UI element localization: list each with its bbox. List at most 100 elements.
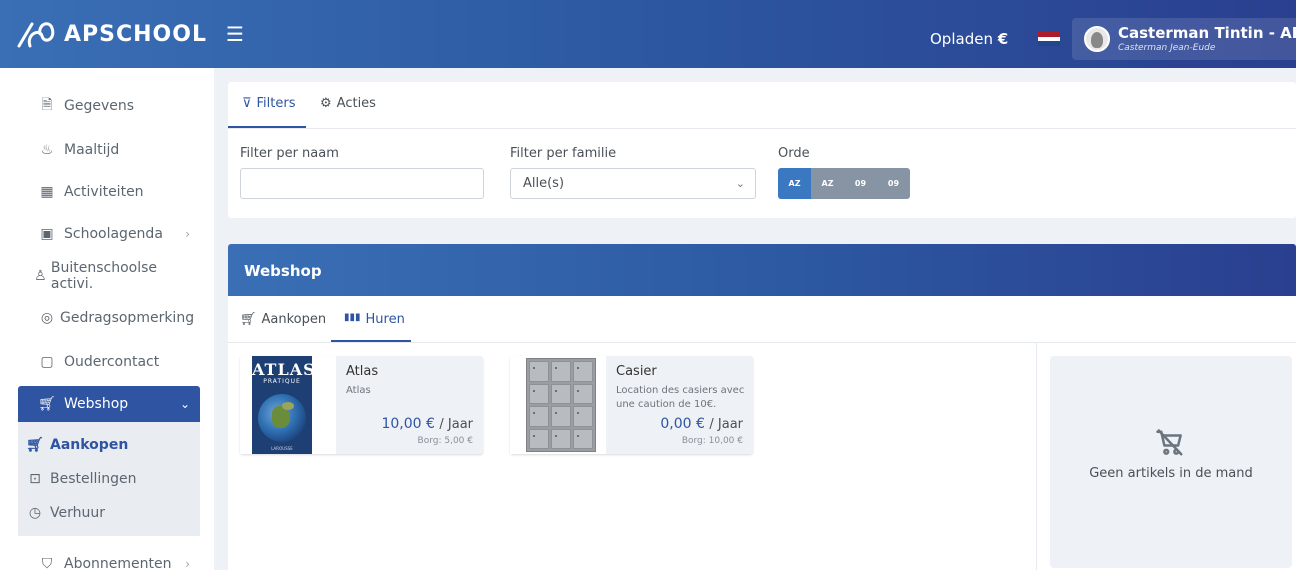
sidebar-item-maaltijd[interactable]: ♨ Maaltijd (18, 130, 200, 170)
sort-az-desc-button[interactable]: AZ (811, 168, 844, 199)
netherlands-flag-icon[interactable] (1038, 32, 1060, 47)
sidebar-item-label: Schoolagenda (64, 226, 163, 242)
fingerprint-icon: ◎ (40, 310, 54, 326)
webshop-title: Webshop (244, 262, 322, 280)
opladen-button[interactable]: Opladen € (930, 30, 1008, 48)
calendar-icon: ▢ (40, 354, 54, 370)
cart-panel: Geen artikels in de mand (1050, 356, 1292, 568)
submenu-item-label: Verhuur (50, 505, 105, 521)
avatar (1084, 26, 1110, 52)
sidebar-item-schoolagenda[interactable]: ▣ Schoolagenda › (18, 214, 200, 254)
product-description: Atlas (346, 385, 371, 396)
atlas-cover-title: ATLAS (252, 360, 312, 379)
locker-image (526, 358, 596, 452)
cart-empty-message: Geen artikels in de mand (1089, 466, 1253, 481)
brand-name: APSCHOOL (64, 21, 207, 47)
filter-icon: ⊽ (242, 96, 252, 111)
sidebar: 🗎 Gegevens ♨ Maaltijd ▦ Activiteiten ▣ S… (0, 68, 214, 570)
filter-name-label: Filter per naam (240, 146, 339, 161)
atlas-cover-subtitle: PRATIQUE (263, 378, 301, 385)
product-price: 10,00 € / Jaar (381, 416, 473, 432)
top-bar: APSCHOOL ☰ Opladen € Casterman Tintin - … (0, 0, 1296, 68)
submenu-item-aankopen[interactable]: 🛒︎ Aankopen (18, 428, 200, 462)
cart-icon: 🛒︎ (240, 312, 257, 327)
price-unit: / Jaar (709, 417, 743, 432)
chevron-down-icon: ⌄ (735, 177, 745, 190)
product-image: ATLAS PRATIQUE LAROUSSE (240, 356, 336, 454)
chevron-down-icon: ⌄ (179, 397, 190, 411)
opladen-label: Opladen (930, 30, 993, 48)
order-button-group: AZ AZ 09 09 (778, 168, 910, 199)
meal-icon: ♨ (40, 142, 54, 158)
currency-symbol: € (997, 30, 1009, 48)
webshop-card: Webshop 🛒︎ Aankopen ▮▮▮ Huren ATLAS PRAT… (228, 244, 1296, 570)
chevron-right-icon: › (185, 557, 190, 570)
price-value: 10,00 € (381, 416, 435, 432)
sidebar-item-label: Buitenschoolse activi. (50, 260, 157, 292)
price-unit: / Jaar (439, 417, 473, 432)
hamburger-icon[interactable]: ☰ (226, 24, 244, 44)
sidebar-item-oudercontact[interactable]: ▢ Oudercontact (18, 342, 200, 382)
sidebar-item-label: Gegevens (64, 98, 135, 114)
sidebar-item-webshop[interactable]: 🛒︎ Webshop ⌄ (18, 386, 200, 422)
webshop-header: Webshop (228, 244, 1296, 296)
sort-09-asc-button[interactable]: 09 (844, 168, 877, 199)
sidebar-item-label: Maaltijd (64, 142, 120, 158)
filter-name-input[interactable] (240, 168, 484, 199)
tab-label: Filters (256, 96, 296, 111)
sidebar-item-activiteiten[interactable]: ▦ Activiteiten (18, 172, 200, 212)
sidebar-item-label: Activiteiten (64, 184, 144, 200)
user-menu[interactable]: Casterman Tintin - AP4B Casterman Jean-E… (1072, 18, 1296, 60)
gear-icon: ⚙ (320, 96, 332, 111)
person-icon: ♙ (34, 268, 47, 284)
tab-acties[interactable]: ⚙ Acties (320, 96, 376, 111)
filter-family-select[interactable]: Alle(s) ⌄ (510, 168, 756, 199)
product-image (510, 356, 606, 454)
divider (228, 342, 1296, 343)
sidebar-item-gedragsopmerking[interactable]: ◎ Gedragsopmerking (18, 298, 200, 338)
sidebar-item-gegevens[interactable]: 🗎 Gegevens (18, 86, 200, 126)
submenu-item-label: Aankopen (50, 437, 129, 453)
product-card-atlas[interactable]: ATLAS PRATIQUE LAROUSSE Atlas Atlas 10,0… (240, 356, 483, 454)
atlas-cover: ATLAS PRATIQUE LAROUSSE (252, 356, 312, 454)
bag-icon: ⊡ (29, 471, 41, 487)
product-name: Casier (616, 364, 657, 379)
order-label: Orde (778, 146, 810, 161)
product-deposit: Borg: 5,00 € (417, 436, 473, 446)
divider (228, 128, 1296, 129)
product-card-casier[interactable]: Casier Location des casiers avec une cau… (510, 356, 753, 454)
product-description: Location des casiers avec une caution de… (616, 385, 745, 410)
barcode-icon: ▮▮▮ (344, 312, 361, 323)
empty-cart-icon (1156, 429, 1183, 456)
sidebar-item-abonnementen[interactable]: ⛉ Abonnementen › (18, 544, 200, 570)
sidebar-item-label: Oudercontact (64, 354, 160, 370)
tab-label: Aankopen (261, 312, 327, 327)
ticket-icon: ⛉ (41, 556, 53, 570)
cart-icon: 🛒︎ (38, 396, 56, 412)
price-value: 0,00 € (660, 416, 705, 432)
user-subname: Casterman Jean-Eude (1118, 43, 1216, 53)
globe-image (258, 394, 306, 442)
filter-family-value: Alle(s) (523, 176, 565, 191)
divider (1036, 343, 1037, 570)
submenu-item-bestellingen[interactable]: ⊡ Bestellingen (18, 462, 200, 496)
product-price: 0,00 € / Jaar (660, 416, 743, 432)
tab-aankopen[interactable]: 🛒︎ Aankopen (240, 312, 326, 327)
agenda-icon: ▣ (40, 226, 54, 242)
cart-icon: 🛒︎ (26, 437, 44, 453)
document-icon: 🗎 (41, 97, 53, 113)
sidebar-item-label: Abonnementen (64, 556, 172, 570)
sort-az-asc-button[interactable]: AZ (778, 168, 811, 199)
tab-filters[interactable]: ⊽ Filters (242, 96, 295, 111)
submenu-item-verhuur[interactable]: ◷ Verhuur (18, 496, 200, 530)
logo[interactable]: APSCHOOL (16, 18, 207, 50)
apschool-logo-icon (17, 22, 55, 48)
filter-card: ⊽ Filters ⚙ Acties Filter per naam Filte… (228, 82, 1296, 218)
tab-label: Acties (336, 96, 376, 111)
webshop-submenu: 🛒︎ Aankopen ⊡ Bestellingen ◷ Verhuur (18, 422, 200, 536)
sidebar-item-buitenschoolse[interactable]: ♙ Buitenschoolse activi. (12, 256, 194, 296)
chevron-right-icon: › (185, 227, 190, 241)
product-name: Atlas (346, 364, 379, 379)
sort-09-desc-button[interactable]: 09 (877, 168, 910, 199)
tab-huren[interactable]: ▮▮▮ Huren (344, 312, 405, 327)
